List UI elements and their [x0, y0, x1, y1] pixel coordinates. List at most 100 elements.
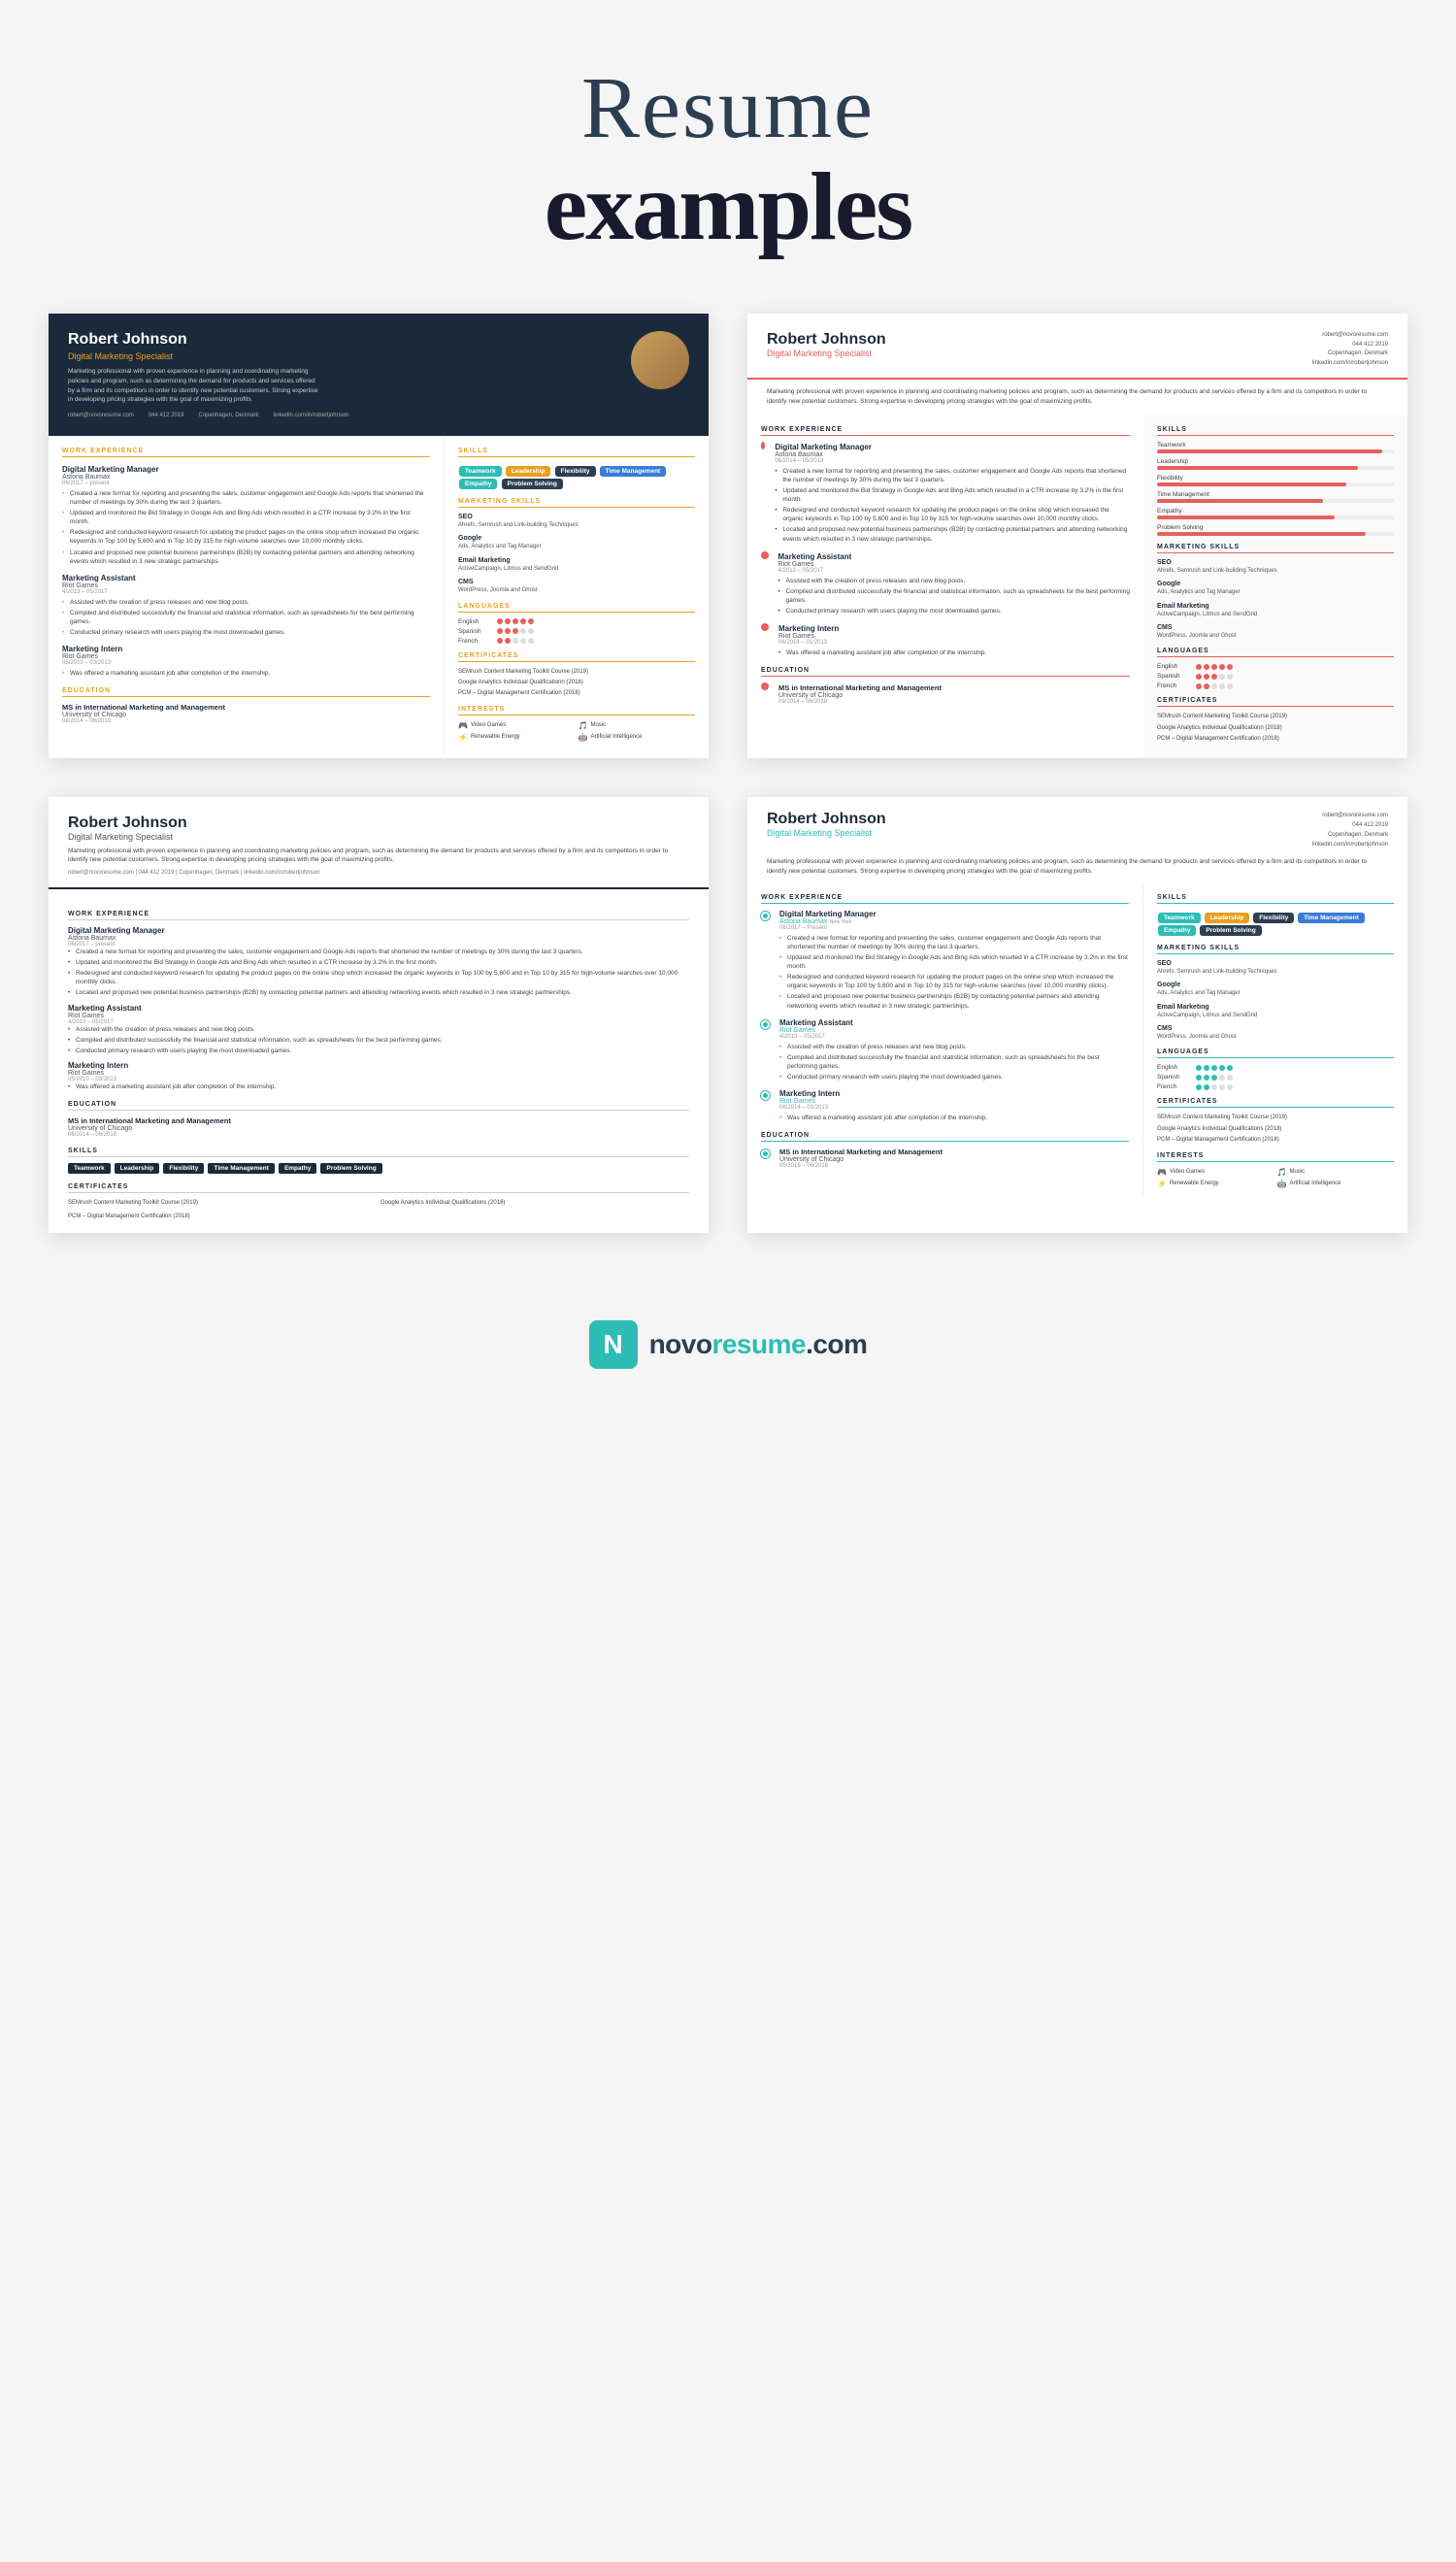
r2-job3-date: 06/2014 – 01/2013 [778, 640, 986, 646]
r1-mskill-cms-label: CMS [458, 579, 695, 585]
r2-job1-b3: Redesigned and conducted keyword researc… [775, 506, 1130, 523]
r4-job1-b3: Redesigned and conducted keyword researc… [779, 973, 1129, 990]
r1-job1-title: Digital Marketing Manager [62, 465, 430, 474]
r1-job3-note: Was offered a marketing assistant job af… [62, 669, 430, 678]
r2-edu-row: MS in International Marketing and Manage… [761, 682, 1130, 705]
r2-job1-b1: Created a new format for reporting and p… [775, 467, 1130, 484]
r3-edu-date: 06/2014 – 06/2018 [68, 1132, 689, 1138]
skillbar-row: Leadership [1157, 458, 1394, 470]
r1-job1-company: Astoria Baumax [62, 474, 430, 481]
footer: N novoresume.com [589, 1291, 868, 1417]
skillbar-row: Empathy [1157, 508, 1394, 519]
r4-lang-section: LANGUAGES [1157, 1048, 1394, 1058]
r4-job1-title: Digital Marketing Manager [779, 910, 1129, 918]
r2-job1-b2: Updated and monitored the Bid Strategy i… [775, 486, 1130, 504]
skill-tag-problem: Problem Solving [502, 479, 563, 489]
r4-cert2: Google Analytics Individual Qualificatio… [1157, 1125, 1394, 1133]
r4-lang-english: English [1157, 1064, 1394, 1071]
r2-job1-company: Astoria Baumax [775, 451, 1130, 458]
r4-title: Digital Marketing Specialist [767, 828, 886, 838]
r2-job1-date: 06/2014 – 05/2019 [775, 458, 1130, 464]
r2-edu-degree: MS in International Marketing and Manage… [778, 683, 942, 692]
r1-job3-date: 05/2010 – 03/2013 [62, 660, 430, 666]
r3-tag-leadership: Leadership [115, 1163, 160, 1174]
r3-job1-b3: Redesigned and conducted keyword researc… [68, 969, 689, 986]
skillbar-row: Flexibility [1157, 475, 1394, 486]
r2-body: WORK EXPERIENCE Digital Marketing Manage… [747, 415, 1407, 758]
r3-tag-teamwork: Teamwork [68, 1163, 111, 1174]
r1-job1-b2: Updated and monitored the Bid Strategy i… [62, 509, 430, 526]
r2-cert2: Google Analytics Individual Qualificatio… [1157, 724, 1394, 732]
r2-mskills-section: MARKETING SKILLS [1157, 544, 1394, 553]
r1-job1-b1: Created a new format for reporting and p… [62, 489, 430, 507]
r2-job1-b4: Located and proposed new potential busin… [775, 525, 1130, 543]
interest-ai: 🤖Artificial Intelligence [579, 733, 696, 742]
r2-header: Robert Johnson Digital Marketing Special… [747, 314, 1407, 380]
r3-work-section: WORK EXPERIENCE [68, 911, 689, 920]
footer-logo: N [589, 1320, 638, 1369]
r2-work-section: WORK EXPERIENCE [761, 426, 1130, 436]
r3-contact: robert@novoresume.com | 044 412 2019 | C… [68, 870, 689, 876]
r1-work-section: WORK EXPERIENCE [62, 448, 430, 457]
r4-lang-french: French [1157, 1083, 1394, 1090]
title-line1: Resume [545, 58, 911, 158]
r1-job2-date: 4/2013 – 05/2017 [62, 589, 430, 595]
r4-job1-b2: Updated and monitored the Bid Strategy i… [779, 953, 1129, 971]
r1-header-info: Robert Johnson Digital Marketing Special… [68, 331, 349, 418]
skillbar-row: Problem Solving [1157, 524, 1394, 536]
r3-job1-b1: Created a new format for reporting and p… [68, 948, 689, 956]
r4-job3-company: Riot Games [779, 1098, 987, 1105]
r1-header: Robert Johnson Digital Marketing Special… [49, 314, 709, 436]
r3-tag-empathy: Empathy [279, 1163, 316, 1174]
r2-job2-company: Riot Games [778, 561, 1130, 568]
r4-email: robert@novoresume.com [1312, 811, 1388, 820]
r3-job2-b1: Assisted with the creation of press rele… [68, 1025, 689, 1034]
r1-cert2: Google Analytics Individual Qualificatio… [458, 679, 695, 686]
r1-edu-section: EDUCATION [62, 687, 430, 697]
r2-contact: robert@novoresume.com 044 412 2019 Copen… [1312, 331, 1388, 368]
r1-cert1: SEMrush Content Marketing Toolkit Course… [458, 668, 695, 676]
r4-left: WORK EXPERIENCE Digital Marketing Manage… [747, 884, 1143, 1198]
resume-card-3: Robert Johnson Digital Marketing Special… [49, 797, 709, 1234]
r1-edu-school: University of Chicago [62, 712, 430, 718]
r4-location: Copenhagen, Denmark [1312, 830, 1388, 840]
r4-job1-company: Astoria Baumax New York [779, 918, 1129, 925]
r2-job2-b1: Assisted with the creation of press rele… [778, 577, 1130, 585]
r4-edu-info: MS in International Marketing and Manage… [779, 1148, 943, 1169]
r4-job3-info: Marketing Intern Riot Games 06/2014 – 01… [779, 1089, 987, 1124]
r3-skills-tags: Teamwork Leadership Flexibility Time Man… [68, 1163, 689, 1174]
r4-body: WORK EXPERIENCE Digital Marketing Manage… [747, 884, 1407, 1198]
page-header: Resume examples [545, 0, 911, 294]
r1-skills-tags: Teamwork Leadership Flexibility Time Man… [458, 463, 695, 490]
r4-phone: 044 412 2019 [1312, 820, 1388, 830]
r4-job2-b3: Conducted primary research with users pl… [779, 1073, 1129, 1081]
resume-grid: Robert Johnson Digital Marketing Special… [49, 294, 1407, 1291]
r1-contact: robert@novoresume.com 044 412 2019 Copen… [68, 413, 349, 418]
r2-job2-title: Marketing Assistant [778, 552, 1130, 561]
r4-job3-row: Marketing Intern Riot Games 06/2014 – 01… [761, 1089, 1129, 1124]
r2-edu-dot [761, 682, 769, 690]
r4-lang-spanish: Spanish [1157, 1074, 1394, 1081]
r2-job1-row: Digital Marketing Manager Astoria Baumax… [761, 442, 1130, 546]
r2-lang-english: English [1157, 663, 1394, 670]
r2-left: WORK EXPERIENCE Digital Marketing Manage… [747, 415, 1143, 758]
r2-summary: Marketing professional with proven exper… [747, 380, 1407, 415]
r4-tag-empathy: Empathy [1158, 925, 1196, 936]
r3-cert2: Google Analytics Individual Qualificatio… [381, 1199, 689, 1209]
r2-job3-company: Riot Games [778, 633, 986, 640]
r4-skills-section: SKILLS [1157, 894, 1394, 904]
r1-job3-title: Marketing Intern [62, 645, 430, 653]
r1-job2-b1: Assisted with the creation of press rele… [62, 598, 430, 607]
r3-edu-section: EDUCATION [68, 1101, 689, 1111]
r3-tag-flexibility: Flexibility [163, 1163, 204, 1174]
r1-job1-date: 06/2017 – present [62, 481, 430, 486]
r3-cert3: PCM – Digital Management Certification (… [68, 1213, 377, 1222]
r4-edu-row: MS in International Marketing and Manage… [761, 1148, 1129, 1169]
r1-lang-section: LANGUAGES [458, 603, 695, 613]
title-line2: examples [545, 158, 911, 255]
r4-cert-section: CERTIFICATES [1157, 1098, 1394, 1108]
r2-header-left: Robert Johnson Digital Marketing Special… [767, 331, 886, 368]
r4-job3-date: 06/2014 – 01/2013 [779, 1105, 987, 1111]
r3-body: WORK EXPERIENCE Digital Marketing Manage… [49, 889, 709, 1233]
r3-job3-title: Marketing Intern [68, 1061, 689, 1070]
